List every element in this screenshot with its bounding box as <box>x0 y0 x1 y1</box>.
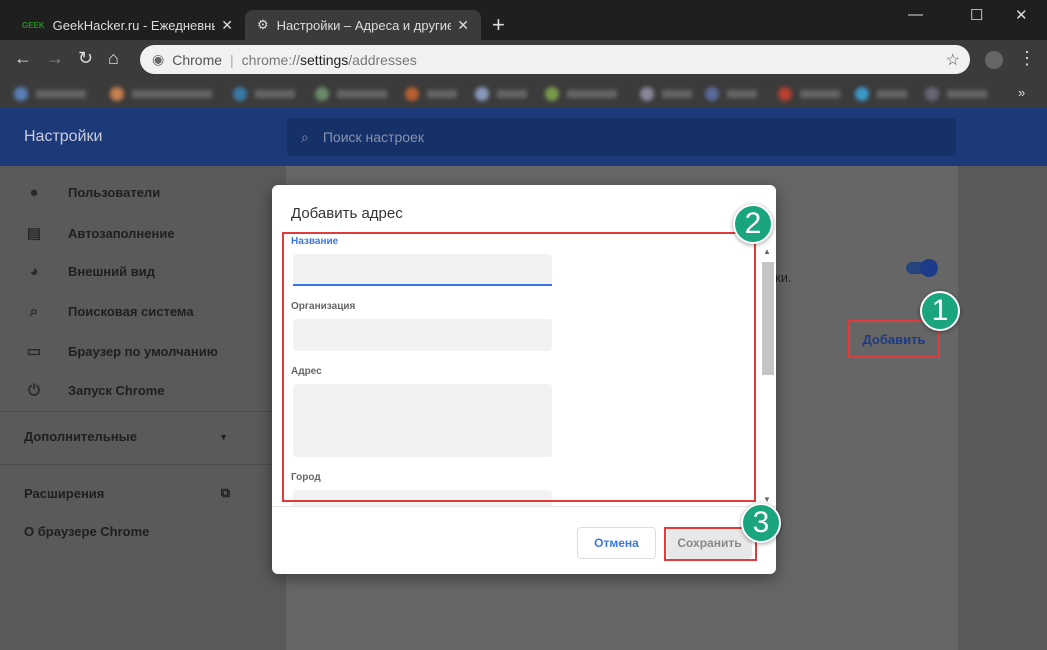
toolbar: ← → ↻ ⌂ ◉ Chrome | chrome://settings/add… <box>0 40 1047 80</box>
new-tab-button[interactable]: + <box>492 12 505 38</box>
advanced-label: Дополнительные <box>24 429 137 444</box>
geek-favicon-icon: GEEK <box>22 20 45 30</box>
sidebar-about[interactable]: О браузере Chrome <box>24 524 149 539</box>
sidebar-item-label: Поисковая система <box>68 304 194 319</box>
more-bookmarks-icon[interactable]: » <box>1018 85 1025 100</box>
bookmark-icon[interactable] <box>545 87 559 101</box>
forward-icon[interactable]: → <box>46 48 64 69</box>
sidebar-item-label: Браузер по умолчанию <box>68 343 218 359</box>
bookmark-icon[interactable] <box>14 87 28 101</box>
chrome-icon: ◉ <box>152 51 165 67</box>
palette-icon: ◕ <box>29 263 39 280</box>
bookmark[interactable] <box>727 90 757 98</box>
address-bar[interactable]: ◉ Chrome | chrome://settings/addresses ☆ <box>140 45 970 74</box>
site-label: Chrome <box>172 51 223 68</box>
bookmark[interactable] <box>36 90 86 98</box>
sidebar-item-default-browser[interactable]: ▭ Браузер по умолчанию <box>24 342 218 360</box>
gear-icon: ⚙ <box>257 17 269 32</box>
sidebar-item-label: Пользователи <box>68 185 161 200</box>
settings-header: Настройки ⌕ Поиск настроек <box>0 108 1047 166</box>
person-icon: ● <box>29 184 39 201</box>
scroll-up-icon[interactable]: ▲ <box>763 247 771 256</box>
divider <box>0 411 286 412</box>
close-tab-icon[interactable]: ✕ <box>457 17 469 34</box>
search-icon: ⌕ <box>301 128 309 145</box>
bookmark-icon[interactable] <box>855 87 869 101</box>
cancel-button[interactable]: Отмена <box>577 527 656 559</box>
extensions-label: Расширения <box>24 485 105 501</box>
tab-settings[interactable]: ⚙ Настройки – Адреса и другие данные ✕ <box>245 10 481 40</box>
avatar[interactable] <box>985 51 1003 69</box>
tab-label: Настройки – Адреса и другие данные <box>276 17 452 33</box>
page-title: Настройки <box>24 128 103 145</box>
bookmark[interactable] <box>662 90 692 98</box>
tab-geekhacker[interactable]: GEEK GeekHacker.ru - Ежедневный журнал ✕ <box>10 10 245 40</box>
sidebar-item-users[interactable]: ● Пользователи <box>24 184 160 201</box>
sidebar: ● Пользователи ▤ Автозаполнение ◕ Внешний в… <box>0 166 286 650</box>
bookmark-icon[interactable] <box>405 87 419 101</box>
sidebar-item-search-engine[interactable]: ⌕ Поисковая система <box>24 303 194 320</box>
sidebar-item-label: Запуск Chrome <box>68 383 165 398</box>
bookmarks-bar: » <box>0 80 1047 108</box>
annotation-badge-1: 1 <box>920 291 960 331</box>
title-bar: GEEK GeekHacker.ru - Ежедневный журнал ✕… <box>0 0 1047 40</box>
bookmark[interactable] <box>567 90 617 98</box>
back-icon[interactable]: ← <box>14 48 32 69</box>
close-window-button[interactable]: ✕ <box>1015 6 1028 24</box>
bookmark-icon[interactable] <box>640 87 654 101</box>
bookmark[interactable] <box>877 90 907 98</box>
bookmark-icon[interactable] <box>778 87 792 101</box>
sidebar-extensions[interactable]: Расширения ⧉ <box>24 485 230 501</box>
sidebar-item-autofill[interactable]: ▤ Автозаполнение <box>24 224 175 242</box>
chevron-down-icon: ▼ <box>219 431 228 442</box>
url-host: settings <box>300 51 349 68</box>
bookmark-icon[interactable] <box>110 87 124 101</box>
bookmark[interactable] <box>255 90 295 98</box>
bookmark-icon[interactable] <box>925 87 939 101</box>
sidebar-advanced[interactable]: Дополнительные ▼ <box>24 429 228 444</box>
tab-label: GeekHacker.ru - Ежедневный журнал <box>52 17 216 33</box>
annotation-badge-2: 2 <box>733 204 773 244</box>
search-icon: ⌕ <box>29 303 39 320</box>
bookmark-icon[interactable] <box>475 87 489 101</box>
maximize-button[interactable]: ☐ <box>970 6 983 24</box>
bookmark[interactable] <box>132 90 212 98</box>
sidebar-item-label: Внешний вид <box>68 264 155 279</box>
content-text: ки. <box>775 270 792 285</box>
scrollbar[interactable]: ▲ ▼ <box>761 245 774 505</box>
sidebar-item-appearance[interactable]: ◕ Внешний вид <box>24 263 155 280</box>
bookmark[interactable] <box>497 90 527 98</box>
menu-icon[interactable]: ⋮ <box>1018 48 1036 69</box>
external-link-icon: ⧉ <box>220 485 230 500</box>
url-path: /addresses <box>348 51 417 68</box>
bookmark-icon[interactable] <box>233 87 247 101</box>
sidebar-item-label: Автозаполнение <box>68 225 175 241</box>
bookmark[interactable] <box>800 90 840 98</box>
minimize-button[interactable]: — <box>908 6 923 23</box>
close-tab-icon[interactable]: ✕ <box>221 17 233 34</box>
highlight-form <box>282 232 756 502</box>
about-label: О браузере Chrome <box>24 524 150 539</box>
search-placeholder: Поиск настроек <box>322 129 424 145</box>
bookmark-icon[interactable] <box>705 87 719 101</box>
star-icon[interactable]: ☆ <box>946 50 960 70</box>
scrollbar-thumb[interactable] <box>762 262 774 375</box>
annotation-badge-3: 3 <box>741 503 781 543</box>
bookmark[interactable] <box>947 90 987 98</box>
bookmark-icon[interactable] <box>315 87 329 101</box>
clipboard-icon: ▤ <box>26 225 42 242</box>
home-icon[interactable]: ⌂ <box>108 48 119 69</box>
settings-search-input[interactable]: ⌕ Поиск настроек <box>287 118 956 156</box>
power-icon: ⏻ <box>28 382 40 399</box>
bookmark[interactable] <box>337 90 387 98</box>
browser-icon: ▭ <box>26 343 42 360</box>
bookmark[interactable] <box>427 90 457 98</box>
divider <box>0 464 286 465</box>
url-prefix: chrome:// <box>241 51 301 68</box>
autofill-toggle[interactable] <box>906 259 938 277</box>
dialog-title: Добавить адрес <box>291 205 403 222</box>
sidebar-item-startup[interactable]: ⏻ Запуск Chrome <box>24 382 165 399</box>
reload-icon[interactable]: ↻ <box>78 48 93 69</box>
